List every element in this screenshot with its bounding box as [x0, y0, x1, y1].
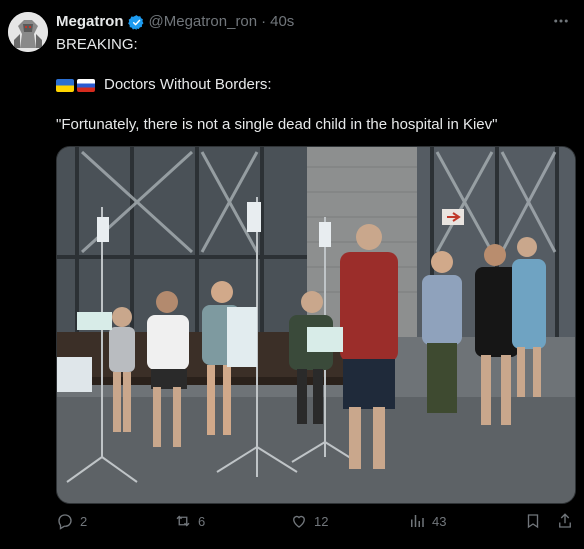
retweet-count: 6 [198, 513, 206, 529]
views-action[interactable]: 43 [408, 512, 446, 530]
tweet-line-source-text: Doctors Without Borders: [104, 76, 272, 93]
tweet-header: Megatron @Megatron_ron · 40s [56, 12, 294, 32]
share-icon [559, 513, 571, 528]
ellipsis-icon[interactable] [552, 12, 570, 35]
views-count: 43 [432, 513, 447, 529]
reply-action[interactable]: 2 [56, 512, 87, 530]
like-action[interactable]: 12 [290, 512, 328, 530]
separator-dot: · [261, 13, 267, 30]
avatar[interactable] [8, 12, 48, 52]
reply-icon [58, 514, 72, 530]
action-bar: 2 6 12 43 [56, 512, 576, 536]
ukraine-flag-icon [56, 78, 74, 92]
flags [56, 78, 98, 92]
share-action[interactable] [556, 512, 580, 530]
views-icon [411, 515, 424, 527]
tweet-time[interactable]: 40s [270, 12, 294, 32]
tweet-photo[interactable] [56, 146, 576, 504]
heart-icon [293, 515, 305, 528]
bookmark-action[interactable] [524, 512, 548, 530]
tweet-line-quote: "Fortunately, there is not a single dead… [56, 116, 498, 133]
tweet[interactable]: Megatron @Megatron_ron · 40s BREAKING: D… [0, 0, 584, 549]
tweet-line-source: Doctors Without Borders: [56, 75, 272, 95]
bookmark-icon [527, 514, 539, 529]
reply-count: 2 [80, 513, 88, 529]
verified-badge-icon [127, 14, 143, 30]
tweet-line-breaking: BREAKING: [56, 36, 138, 53]
russia-flag-icon [77, 78, 95, 92]
retweet-action[interactable]: 6 [174, 512, 205, 530]
author-handle[interactable]: @Megatron_ron [149, 12, 258, 32]
hospital-scene-photo [57, 147, 575, 503]
retweet-icon [176, 515, 190, 527]
megatron-avatar-icon [8, 12, 48, 52]
author-name[interactable]: Megatron [56, 12, 124, 32]
like-count: 12 [314, 513, 329, 529]
